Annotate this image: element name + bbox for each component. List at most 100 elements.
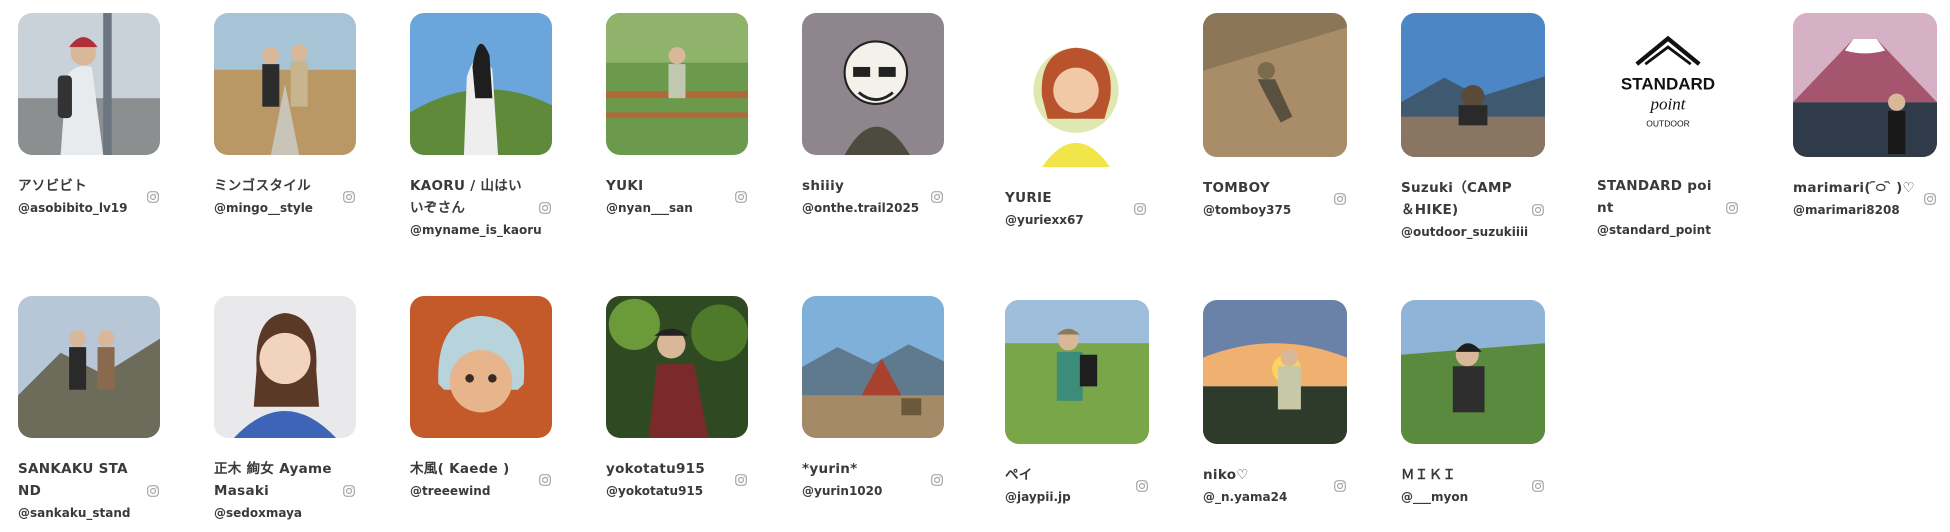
- member-handle-link[interactable]: @onthe.trail2025: [802, 197, 922, 219]
- member-meta: marimari( ᷇࿀ ᷆ )♡ @marimari8208: [1793, 177, 1937, 221]
- member-meta: YUKI @nyan___san: [606, 175, 748, 219]
- instagram-icon[interactable]: [1923, 192, 1937, 206]
- member-photo[interactable]: [410, 296, 552, 438]
- instagram-icon[interactable]: [930, 190, 944, 204]
- woman-on-hillside-photo: [1401, 300, 1545, 444]
- instagram-icon[interactable]: [342, 190, 356, 204]
- cabin-by-lake-photo: [802, 296, 944, 438]
- hiker-on-railing-photo: [606, 13, 748, 155]
- member-handle-link[interactable]: @mingo__style: [214, 197, 334, 219]
- member-photo[interactable]: [1203, 300, 1347, 444]
- member-handle-link[interactable]: @sedoxmaya: [214, 502, 334, 524]
- member-handle-link[interactable]: @yuriexx67: [1005, 209, 1125, 231]
- instagram-icon[interactable]: [146, 190, 160, 204]
- member-photo[interactable]: [1005, 300, 1149, 444]
- member-photo[interactable]: [606, 296, 748, 438]
- instagram-icon[interactable]: [1531, 203, 1545, 217]
- member-card: shiiiy @onthe.trail2025: [802, 13, 944, 219]
- member-card: 木風( Kaede ) @treeewind: [410, 296, 552, 502]
- member-name: TOMBOY: [1203, 180, 1270, 196]
- instagram-icon[interactable]: [1725, 201, 1739, 215]
- member-handle-link[interactable]: @tomboy375: [1203, 199, 1325, 221]
- member-name: STANDARD point: [1597, 178, 1712, 216]
- instagram-icon[interactable]: [734, 473, 748, 487]
- member-handle-link[interactable]: @standard_point: [1597, 219, 1717, 241]
- member-card: SANKAKU STAND @sankaku_stand: [18, 296, 160, 524]
- member-photo[interactable]: [410, 13, 552, 155]
- member-card: yokotatu915 @yokotatu915: [606, 296, 748, 502]
- member-photo[interactable]: [606, 13, 748, 155]
- member-handle-link[interactable]: @outdoor_suzukiiii: [1401, 221, 1528, 243]
- member-photo[interactable]: [1005, 25, 1147, 167]
- member-name: 正木 絢女 Ayame Masaki: [214, 461, 332, 499]
- instagram-icon[interactable]: [1333, 192, 1347, 206]
- instagram-icon[interactable]: [1133, 202, 1147, 216]
- member-card: KAORU / 山はいいぞさん @myname_is_kaoru: [410, 13, 552, 241]
- standard-point-logo: STANDARDpoint OUTDOOR: [1597, 13, 1739, 155]
- member-handle-link[interactable]: @asobibito_lv19: [18, 197, 138, 219]
- member-handle-link[interactable]: @_n.yama24: [1203, 486, 1325, 508]
- member-photo[interactable]: STANDARD point OUTDOOR: [1597, 13, 1739, 155]
- instagram-icon[interactable]: [538, 201, 552, 215]
- member-handle-link[interactable]: @nyan___san: [606, 197, 726, 219]
- person-with-red-beanie-photo: [18, 13, 160, 155]
- instagram-icon[interactable]: [146, 484, 160, 498]
- man-in-forest-photo: [606, 296, 748, 438]
- member-card: *yurin* @yurin1020: [802, 296, 944, 502]
- member-name: ミンゴスタイル: [214, 178, 311, 194]
- member-card: marimari( ᷇࿀ ᷆ )♡ @marimari8208: [1793, 13, 1937, 221]
- member-photo[interactable]: [1401, 300, 1545, 444]
- member-photo[interactable]: [1203, 13, 1347, 157]
- instagram-icon[interactable]: [734, 190, 748, 204]
- member-card: アソビビト @asobibito_lv19: [18, 13, 160, 219]
- member-meta: SANKAKU STAND @sankaku_stand: [18, 458, 160, 524]
- member-name: 木風( Kaede ): [410, 461, 510, 477]
- member-meta: *yurin* @yurin1020: [802, 458, 944, 502]
- couple-on-boardwalk-photo: [214, 13, 356, 155]
- member-meta: ミンゴスタイル @mingo__style: [214, 175, 356, 219]
- member-handle-link[interactable]: @jaypii.jp: [1005, 486, 1127, 508]
- member-handle-link[interactable]: @treeewind: [410, 480, 530, 502]
- member-photo[interactable]: [18, 13, 160, 155]
- member-photo[interactable]: [18, 296, 160, 438]
- instagram-icon[interactable]: [1531, 479, 1545, 493]
- member-handle-link[interactable]: @sankaku_stand: [18, 502, 138, 524]
- man-viewing-mountains-photo: [1401, 13, 1545, 157]
- member-card: ミンゴスタイル @mingo__style: [214, 13, 356, 219]
- member-handle-link[interactable]: @yokotatu915: [606, 480, 726, 502]
- member-name: Suzuki（CAMP＆HIKE): [1401, 180, 1512, 218]
- instagram-icon[interactable]: [1135, 479, 1149, 493]
- blue-hair-portrait-photo: [410, 296, 552, 438]
- member-card: TOMBOY @tomboy375: [1203, 13, 1347, 221]
- member-name: shiiiy: [802, 178, 845, 194]
- member-photo[interactable]: [802, 13, 944, 155]
- instagram-icon[interactable]: [930, 473, 944, 487]
- member-photo[interactable]: [214, 13, 356, 155]
- member-photo[interactable]: [214, 296, 356, 438]
- member-handle-link[interactable]: @___myon: [1401, 486, 1523, 508]
- member-name: niko♡: [1203, 467, 1249, 483]
- instagram-icon[interactable]: [342, 484, 356, 498]
- instagram-icon[interactable]: [538, 473, 552, 487]
- hiker-on-grassy-hill-photo: [410, 13, 552, 155]
- member-meta: ペイ @jaypii.jp: [1005, 464, 1149, 508]
- member-card: YUKI @nyan___san: [606, 13, 748, 219]
- member-name: *yurin*: [802, 461, 858, 477]
- member-handle-link[interactable]: @myname_is_kaoru: [410, 219, 542, 241]
- member-handle-link[interactable]: @marimari8208: [1793, 199, 1915, 221]
- instagram-icon[interactable]: [1333, 479, 1347, 493]
- member-meta: アソビビト @asobibito_lv19: [18, 175, 160, 219]
- member-meta: STANDARD point @standard_point: [1597, 175, 1739, 241]
- member-card: niko♡ @_n.yama24: [1203, 300, 1347, 508]
- member-meta: TOMBOY @tomboy375: [1203, 177, 1347, 221]
- member-photo[interactable]: [1401, 13, 1545, 157]
- member-meta: YURIE @yuriexx67: [1005, 187, 1147, 231]
- svg-text:OUTDOOR: OUTDOOR: [1646, 119, 1689, 129]
- member-photo[interactable]: [1793, 13, 1937, 157]
- hiker-on-rock-photo: [1203, 13, 1347, 157]
- member-name: ＭＩＫＩ: [1401, 467, 1457, 483]
- member-photo[interactable]: [802, 296, 944, 438]
- couple-on-ridge-photo: [18, 296, 160, 438]
- member-handle-link[interactable]: @yurin1020: [802, 480, 922, 502]
- member-name: SANKAKU STAND: [18, 461, 128, 499]
